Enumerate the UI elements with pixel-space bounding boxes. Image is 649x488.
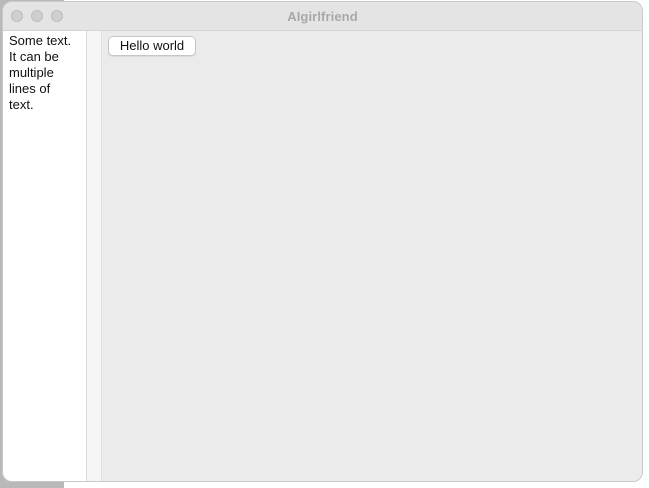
side-text: Some text. It can be multiple lines of t… [9,33,72,112]
title-bar[interactable]: AIgirlfriend [3,2,642,31]
main-content: Hello world [102,31,642,481]
panel-splitter[interactable] [87,31,102,481]
window-title: AIgirlfriend [287,9,358,24]
text-panel[interactable]: Some text. It can be multiple lines of t… [3,31,87,481]
app-window: AIgirlfriend Some text. It can be multip… [2,1,643,482]
hello-world-button[interactable]: Hello world [108,36,196,56]
